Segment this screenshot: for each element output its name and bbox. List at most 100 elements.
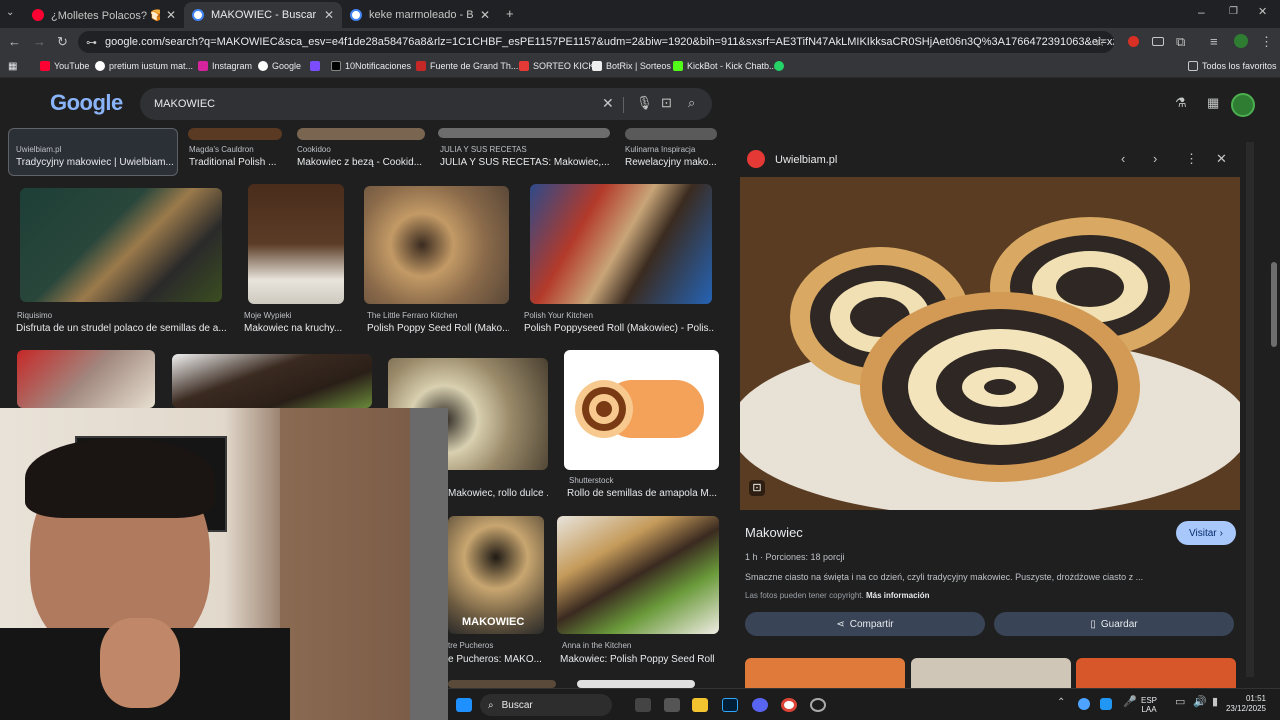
file-explorer-icon[interactable] bbox=[692, 698, 708, 712]
tab-search-icon[interactable]: ⌄ bbox=[6, 8, 14, 18]
discord-icon[interactable] bbox=[752, 698, 768, 712]
new-tab-icon[interactable]: + bbox=[506, 7, 514, 20]
restore-icon[interactable]: ❐ bbox=[1229, 7, 1238, 17]
visit-button[interactable]: Visitar › bbox=[1176, 521, 1236, 545]
close-window-icon[interactable]: ✕ bbox=[1258, 7, 1267, 18]
microphone-icon[interactable]: 🎤 bbox=[1123, 697, 1137, 708]
mic-icon[interactable]: 🎙 bbox=[636, 96, 653, 109]
next-icon[interactable]: › bbox=[1153, 152, 1157, 165]
result-image[interactable] bbox=[188, 128, 282, 140]
bookmark-whatsapp[interactable] bbox=[774, 61, 784, 71]
bookmark-youtube[interactable]: YouTube bbox=[40, 61, 89, 71]
extension-icon[interactable] bbox=[1152, 37, 1164, 46]
minimize-icon[interactable]: – bbox=[1198, 6, 1205, 18]
result-image[interactable] bbox=[448, 680, 556, 688]
language-indicator[interactable]: ESP LAA bbox=[1141, 696, 1157, 714]
tray-app-icon[interactable] bbox=[1100, 698, 1112, 710]
previous-icon[interactable]: ‹ bbox=[1121, 152, 1125, 165]
labs-icon[interactable]: ⚗ bbox=[1175, 96, 1187, 109]
close-tab-icon[interactable]: ✕ bbox=[480, 8, 490, 22]
bookmark-pretium[interactable]: pretium iustum mat... bbox=[95, 61, 193, 71]
tray-app-icon[interactable] bbox=[1078, 698, 1090, 710]
bookmark-kickbot[interactable]: KickBot - Kick Chatb... bbox=[673, 61, 777, 71]
bookmark-star-icon[interactable]: ☆ bbox=[1094, 35, 1106, 48]
panel-scrollbar[interactable] bbox=[1246, 142, 1254, 677]
save-button[interactable]: ▯ Guardar bbox=[994, 612, 1234, 636]
forward-icon[interactable]: → bbox=[33, 35, 46, 48]
result-title[interactable]: Tradycyjny makowiec | Uwielbiam... bbox=[16, 157, 174, 168]
search-box[interactable]: MAKOWIEC bbox=[140, 88, 712, 120]
search-icon[interactable]: ⌕ bbox=[688, 96, 695, 109]
bookmark-fuente[interactable]: Fuente de Grand Th... bbox=[416, 61, 518, 71]
result-image[interactable] bbox=[172, 354, 372, 408]
menu-icon[interactable]: ⋮ bbox=[1260, 35, 1273, 48]
result-image[interactable] bbox=[20, 188, 222, 302]
result-image[interactable] bbox=[530, 184, 712, 304]
app-icon[interactable] bbox=[664, 698, 680, 712]
media-icon[interactable]: ≡ bbox=[1210, 35, 1218, 48]
related-image[interactable] bbox=[745, 658, 905, 688]
close-tab-icon[interactable]: ✕ bbox=[324, 8, 334, 22]
profile-avatar[interactable] bbox=[1234, 34, 1248, 48]
network-icon[interactable]: ▭ bbox=[1175, 697, 1185, 708]
puzzle-icon[interactable]: ⧉ bbox=[1176, 35, 1185, 48]
back-icon[interactable]: ← bbox=[8, 35, 21, 48]
result-image[interactable] bbox=[297, 128, 425, 140]
tray-overflow-icon[interactable]: ⌃ bbox=[1057, 698, 1065, 708]
tab-keke[interactable]: keke marmoleado - Buscar con ✕ bbox=[342, 2, 498, 28]
taskbar-search[interactable]: ⌕ Buscar bbox=[480, 694, 612, 716]
panel-source[interactable]: Uwielbiam.pl bbox=[775, 154, 837, 166]
result-image[interactable] bbox=[17, 350, 155, 408]
result-image[interactable] bbox=[625, 128, 717, 140]
chrome-icon[interactable] bbox=[781, 698, 797, 712]
address-bar[interactable]: ⊶ google.com/search?q=MAKOWIEC&sca_esv=e… bbox=[78, 31, 1114, 53]
result-title[interactable]: e Pucheros: MAKO... bbox=[448, 654, 544, 665]
result-title[interactable]: Makowiec na kruchy... bbox=[244, 323, 348, 334]
page-scrollbar-thumb[interactable] bbox=[1271, 262, 1277, 347]
result-image[interactable] bbox=[248, 184, 344, 304]
tab-makowiec[interactable]: MAKOWIEC - Buscar con Googl ✕ bbox=[184, 2, 342, 28]
result-image[interactable] bbox=[557, 516, 719, 634]
task-view-icon[interactable] bbox=[635, 698, 651, 712]
result-image[interactable] bbox=[577, 680, 695, 688]
result-title[interactable]: Rollo de semillas de amapola M... bbox=[567, 488, 717, 499]
volume-icon[interactable]: 🔊 bbox=[1193, 697, 1207, 708]
result-title[interactable]: Disfruta de un strudel polaco de semilla… bbox=[16, 323, 226, 334]
lens-search-icon[interactable]: ⊡ bbox=[749, 480, 765, 496]
result-title[interactable]: Makowiec: Polish Poppy Seed Roll bbox=[560, 654, 720, 665]
all-bookmarks[interactable]: Todos los favoritos bbox=[1188, 61, 1277, 71]
photoshop-icon[interactable] bbox=[722, 698, 738, 712]
result-image[interactable] bbox=[564, 350, 719, 470]
related-image[interactable] bbox=[911, 658, 1071, 688]
bookmark-sorteo-kick[interactable]: SORTEO KICK bbox=[519, 61, 594, 71]
close-tab-icon[interactable]: ✕ bbox=[166, 8, 176, 22]
related-image[interactable] bbox=[1076, 658, 1236, 688]
reload-icon[interactable]: ↻ bbox=[57, 35, 68, 48]
result-title[interactable]: Makowiec z bezą - Cookid... bbox=[297, 157, 431, 168]
result-image[interactable]: MAKOWIEC bbox=[448, 516, 544, 634]
more-options-icon[interactable]: ⋮ bbox=[1185, 152, 1198, 165]
tab-molletes[interactable]: ¿Molletes Polacos? 🍞🇵🇱 #craco ✕ bbox=[24, 2, 184, 28]
bookmark-app[interactable] bbox=[310, 61, 320, 71]
site-info-icon[interactable]: ⊶ bbox=[86, 36, 97, 49]
close-panel-icon[interactable]: ✕ bbox=[1216, 152, 1227, 165]
bookmark-instagram[interactable]: Instagram bbox=[198, 61, 252, 71]
bookmark-x[interactable]: 10Notificaciones bbox=[331, 61, 411, 71]
clear-search-icon[interactable]: ✕ bbox=[602, 96, 614, 110]
result-title[interactable]: Rewelacyjny mako... bbox=[625, 157, 717, 168]
panel-title[interactable]: Makowiec bbox=[745, 525, 803, 540]
bookmark-google[interactable]: Google bbox=[258, 61, 301, 71]
result-title[interactable]: Makowiec, rollo dulce ... bbox=[448, 488, 548, 499]
start-icon[interactable] bbox=[456, 698, 472, 712]
google-logo[interactable]: Google bbox=[50, 90, 123, 116]
apps-icon[interactable]: ▦ bbox=[8, 61, 17, 72]
app-icon[interactable] bbox=[810, 698, 826, 712]
extension-icon[interactable] bbox=[1128, 36, 1139, 47]
battery-icon[interactable]: ▮ bbox=[1212, 697, 1218, 708]
preview-image[interactable] bbox=[740, 177, 1240, 510]
result-title[interactable]: Traditional Polish ... bbox=[189, 157, 289, 168]
clock[interactable]: 01:51 23/12/2025 bbox=[1224, 694, 1266, 714]
search-input[interactable]: MAKOWIEC bbox=[154, 98, 215, 110]
share-button[interactable]: ⋖ Compartir bbox=[745, 612, 985, 636]
result-image[interactable] bbox=[364, 186, 509, 304]
